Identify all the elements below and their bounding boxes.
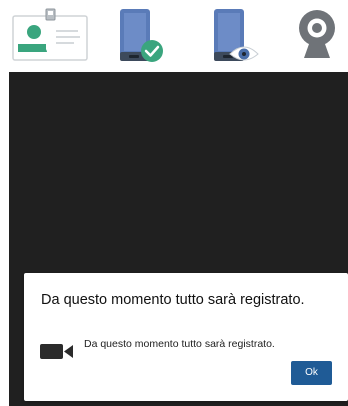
recording-notice-dialog: Da questo momento tutto sarà registrato.…: [24, 273, 348, 401]
step-bar: [0, 0, 348, 72]
phone-eye-icon: [208, 8, 264, 64]
dialog-message: Da questo momento tutto sarà registrato.: [84, 338, 275, 350]
dialog-title: Da questo momento tutto sarà registrato.: [41, 292, 305, 308]
ok-button[interactable]: Ok: [291, 361, 332, 385]
id-card-icon: [12, 8, 88, 62]
video-camera-icon: [40, 342, 74, 365]
webcam-icon: [295, 8, 339, 62]
phone-check-icon: [114, 8, 166, 64]
dialog-message-row: Da questo momento tutto sarà registrato.: [40, 338, 340, 362]
